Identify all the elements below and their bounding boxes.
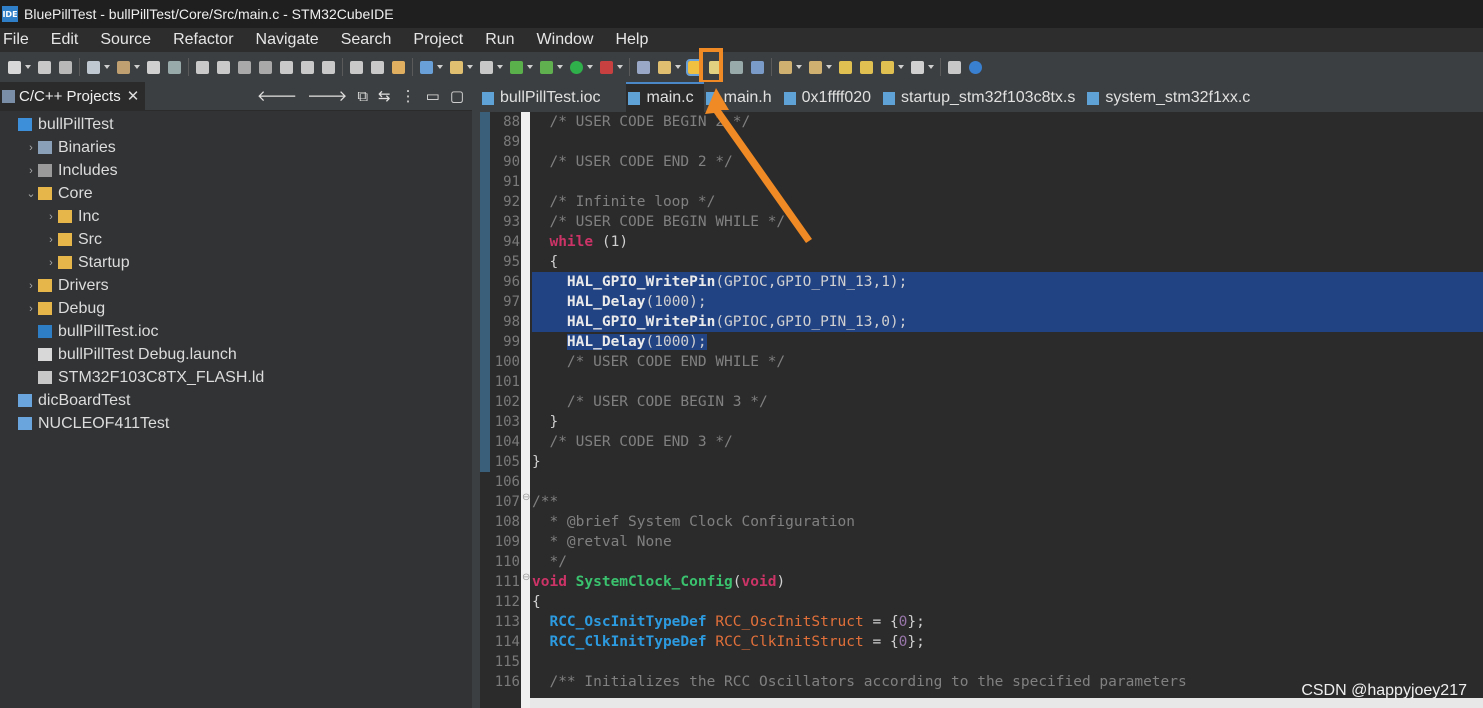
watermark: CSDN @happyjoey217 <box>1301 682 1467 699</box>
annotation-arrow <box>705 88 812 243</box>
arrow-shape <box>705 88 812 243</box>
